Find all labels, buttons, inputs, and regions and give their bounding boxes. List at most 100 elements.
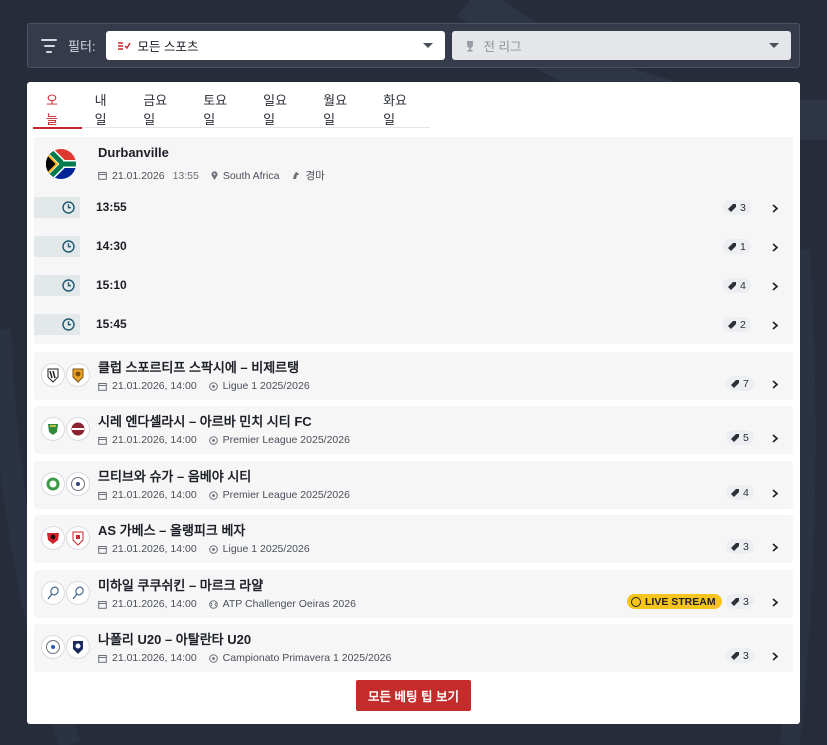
tab-friday[interactable]: 금요일 <box>130 90 190 128</box>
race-time-label: 14:30 <box>96 239 127 253</box>
race-block: Durbanville 21.01.2026 13:55 South Afric… <box>34 137 793 344</box>
race-name[interactable]: Durbanville <box>98 145 169 160</box>
tab-today[interactable]: 오늘 <box>33 90 82 129</box>
league-select-value: 전 리그 <box>483 40 522 54</box>
race-date: 21.01.2026 <box>112 169 165 182</box>
team-logo-icon <box>66 635 90 659</box>
match-datetime: 21.01.2026, 14:00 <box>112 434 197 446</box>
chevron-right-icon[interactable] <box>770 488 780 498</box>
team-logo-icon <box>41 417 65 441</box>
match-datetime: 21.01.2026, 14:00 <box>112 652 197 664</box>
race-time-row[interactable]: 15:10 4 <box>34 275 793 296</box>
race-sport: 경마 <box>305 170 325 182</box>
filter-label: 필터: <box>68 39 96 54</box>
soccer-ball-icon <box>208 381 218 391</box>
match-title: 시레 엔다셀라시 – 아르바 민치 시티 FC <box>98 414 312 429</box>
sports-icon <box>116 41 132 51</box>
tab-saturday[interactable]: 토요일 <box>190 90 250 128</box>
team-logo-icon <box>41 635 65 659</box>
tip-count-badge: 5 <box>726 430 754 445</box>
calendar-icon <box>98 654 107 663</box>
tab-monday[interactable]: 월요일 <box>310 90 370 128</box>
calendar-icon <box>98 600 107 609</box>
tab-tuesday[interactable]: 화요일 <box>370 90 430 128</box>
match-title: 클럽 스포르티프 스팍시에 – 비제르탱 <box>98 360 300 375</box>
race-country: South Africa <box>222 169 280 182</box>
soccer-ball-icon <box>208 435 218 445</box>
chevron-right-icon[interactable] <box>770 651 780 661</box>
live-icon <box>631 596 641 607</box>
filter-icon[interactable] <box>40 38 58 53</box>
race-time-label: 13:55 <box>96 200 127 214</box>
tennis-racket-icon <box>41 581 65 605</box>
tab-tomorrow[interactable]: 내일 <box>82 90 131 128</box>
tip-count-badge: 1 <box>723 239 751 254</box>
team-logo-icon <box>41 526 65 550</box>
match-title: AS 가베스 – 올랭피크 베자 <box>98 523 246 538</box>
tips-panel: 오늘 내일 금요일 토요일 일요일 월요일 화요일 Durbanville 21… <box>27 82 800 724</box>
match-row[interactable]: 므티브와 슈가 – 음베야 시티 21.01.2026, 14:00 Premi… <box>34 461 793 509</box>
match-league: Campionato Primavera 1 2025/2026 <box>222 652 392 664</box>
day-tabs: 오늘 내일 금요일 토요일 일요일 월요일 화요일 <box>33 90 430 129</box>
chevron-right-icon[interactable] <box>770 242 780 252</box>
match-league: Premier League 2025/2026 <box>222 489 350 501</box>
chevron-right-icon[interactable] <box>770 203 780 213</box>
soccer-ball-icon <box>208 653 218 663</box>
match-row[interactable]: 미하일 쿠쿠쉬킨 – 마르크 라얄 21.01.2026, 14:00 ATP … <box>34 570 793 618</box>
calendar-icon <box>98 545 107 554</box>
chevron-right-icon[interactable] <box>770 281 780 291</box>
tip-count-badge: 3 <box>726 648 754 663</box>
team-logo-icon <box>66 363 90 387</box>
live-stream-badge[interactable]: LIVE STREAM <box>627 594 722 609</box>
sport-select-value: 모든 스포츠 <box>137 40 199 54</box>
chevron-down-icon <box>768 43 779 48</box>
race-time-row[interactable]: 13:55 3 <box>34 197 793 218</box>
match-datetime: 21.01.2026, 14:00 <box>112 543 197 555</box>
match-datetime: 21.01.2026, 14:00 <box>112 598 197 610</box>
match-row[interactable]: 시레 엔다셀라시 – 아르바 민치 시티 FC 21.01.2026, 14:0… <box>34 406 793 454</box>
chevron-right-icon[interactable] <box>770 379 780 389</box>
tip-count-badge: 4 <box>726 485 754 500</box>
soccer-ball-icon <box>208 544 218 554</box>
chevron-right-icon[interactable] <box>770 433 780 443</box>
team-logo-icon <box>66 472 90 496</box>
league-select[interactable]: 전 리그 <box>451 31 791 60</box>
sport-select[interactable]: 모든 스포츠 <box>105 31 445 60</box>
match-meta: 21.01.2026, 14:00 Ligue 1 2025/2026 <box>98 543 310 555</box>
match-league: Ligue 1 2025/2026 <box>222 543 310 555</box>
match-league: Ligue 1 2025/2026 <box>222 380 310 392</box>
location-icon <box>211 171 218 180</box>
chevron-down-icon <box>422 43 433 48</box>
match-title: 므티브와 슈가 – 음베야 시티 <box>98 469 252 484</box>
tip-count-badge: 3 <box>723 200 751 215</box>
tip-count-badge: 4 <box>723 278 751 293</box>
match-league: Premier League 2025/2026 <box>222 434 350 446</box>
match-row[interactable]: 클럽 스포르티프 스팍시에 – 비제르탱 21.01.2026, 14:00 L… <box>34 352 793 400</box>
tab-sunday[interactable]: 일요일 <box>250 90 310 128</box>
south-africa-flag-icon <box>46 149 76 179</box>
all-tips-button[interactable]: 모든 베팅 팁 보기 <box>356 680 471 711</box>
calendar-icon <box>98 171 107 180</box>
filter-bar: 필터: 모든 스포츠 전 리그 <box>27 23 800 68</box>
chevron-right-icon[interactable] <box>770 597 780 607</box>
match-title: 나폴리 U20 – 아탈란타 U20 <box>98 632 252 647</box>
tennis-racket-icon <box>66 581 90 605</box>
match-meta: 21.01.2026, 14:00 Ligue 1 2025/2026 <box>98 380 310 392</box>
match-title: 미하일 쿠쿠쉬킨 – 마르크 라얄 <box>98 578 264 593</box>
team-logo-icon <box>66 526 90 550</box>
calendar-icon <box>98 382 107 391</box>
match-row[interactable]: AS 가베스 – 올랭피크 베자 21.01.2026, 14:00 Ligue… <box>34 515 793 563</box>
tip-count-badge: 3 <box>726 594 754 609</box>
match-meta: 21.01.2026, 14:00 Campionato Primavera 1… <box>98 652 391 664</box>
clock-icon <box>34 197 80 218</box>
match-datetime: 21.01.2026, 14:00 <box>112 489 197 501</box>
match-meta: 21.01.2026, 14:00 Premier League 2025/20… <box>98 434 350 446</box>
team-logo-icon <box>66 417 90 441</box>
match-meta: 21.01.2026, 14:00 ATP Challenger Oeiras … <box>98 598 356 610</box>
tip-count-badge: 3 <box>726 539 754 554</box>
chevron-right-icon[interactable] <box>770 320 780 330</box>
race-time-row[interactable]: 15:45 2 <box>34 314 793 335</box>
race-time-row[interactable]: 14:30 1 <box>34 236 793 257</box>
match-row[interactable]: 나폴리 U20 – 아탈란타 U20 21.01.2026, 14:00 Cam… <box>34 624 793 672</box>
chevron-right-icon[interactable] <box>770 542 780 552</box>
